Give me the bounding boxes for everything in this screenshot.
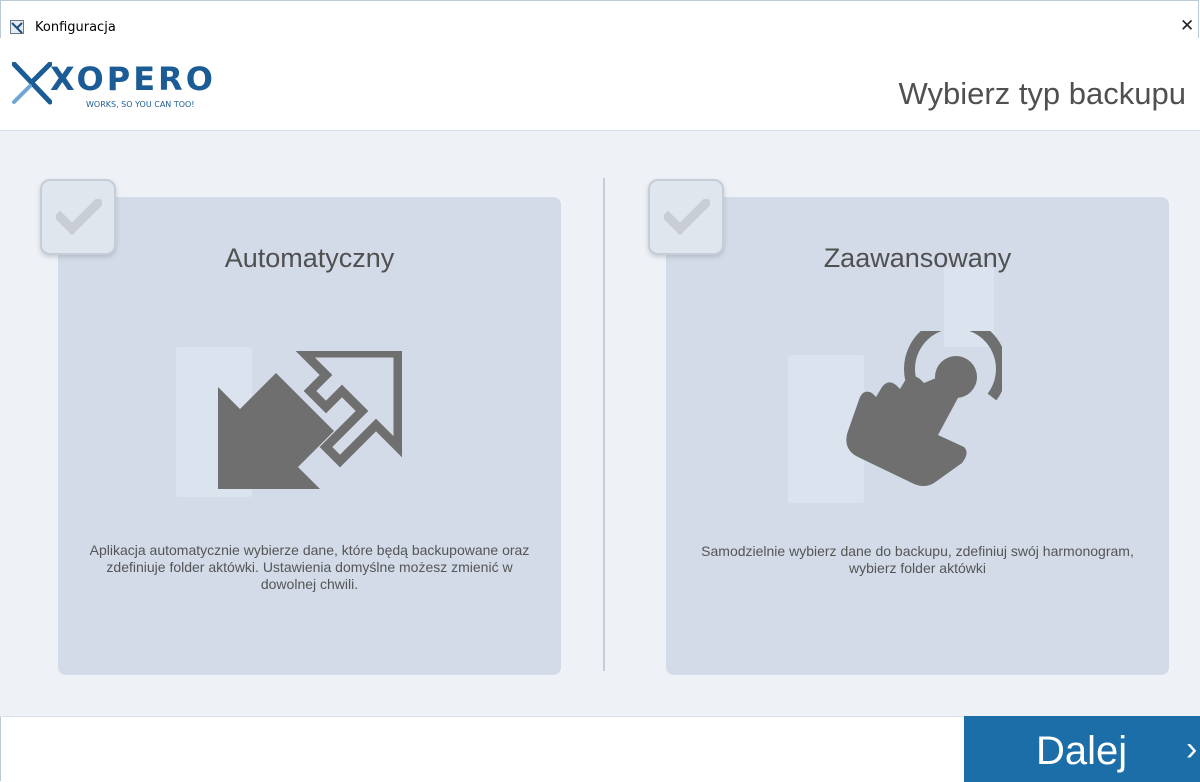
check-icon [664,199,710,235]
xopero-logo: XOPERO WORKS, SO YOU CAN TOO! [12,60,232,120]
option-checkbox-automatic[interactable] [40,179,116,255]
window-title: Konfiguracja [35,20,116,35]
page-title: Wybierz typ backupu [898,76,1186,111]
header: XOPERO WORKS, SO YOU CAN TOO! Wybierz ty… [0,38,1200,130]
main-content: Automatyczny Aplikacja automatycznie wyb… [0,131,1200,716]
option-card-advanced[interactable]: Zaawansowany Samodzielnie wybierz dane d… [666,197,1169,675]
option-description: Aplikacja automatycznie wybierze dane, k… [89,542,530,592]
app-icon [10,20,24,34]
title-bar: Konfiguracja ✕ [0,0,1200,38]
logo-tagline: WORKS, SO YOU CAN TOO! [86,100,195,109]
option-card-automatic[interactable]: Automatyczny Aplikacja automatycznie wyb… [58,197,561,675]
hand-pointer-icon [846,331,1002,486]
next-button[interactable]: Dalej › [964,716,1200,782]
option-title: Automatyczny [224,243,395,273]
expand-arrows-icon [218,351,402,489]
check-icon [56,199,102,235]
option-checkbox-advanced[interactable] [648,179,724,255]
logo-word: XOPERO [50,60,216,98]
logo-x-mark [12,62,52,105]
options-divider [603,178,605,671]
option-title: Zaawansowany [823,243,1012,273]
next-button-label: Dalej [1036,729,1128,773]
chevron-right-icon: › [1186,730,1198,768]
option-description: Samodzielnie wybierz dane do backupu, zd… [701,543,1134,576]
close-icon[interactable]: ✕ [1180,16,1194,36]
